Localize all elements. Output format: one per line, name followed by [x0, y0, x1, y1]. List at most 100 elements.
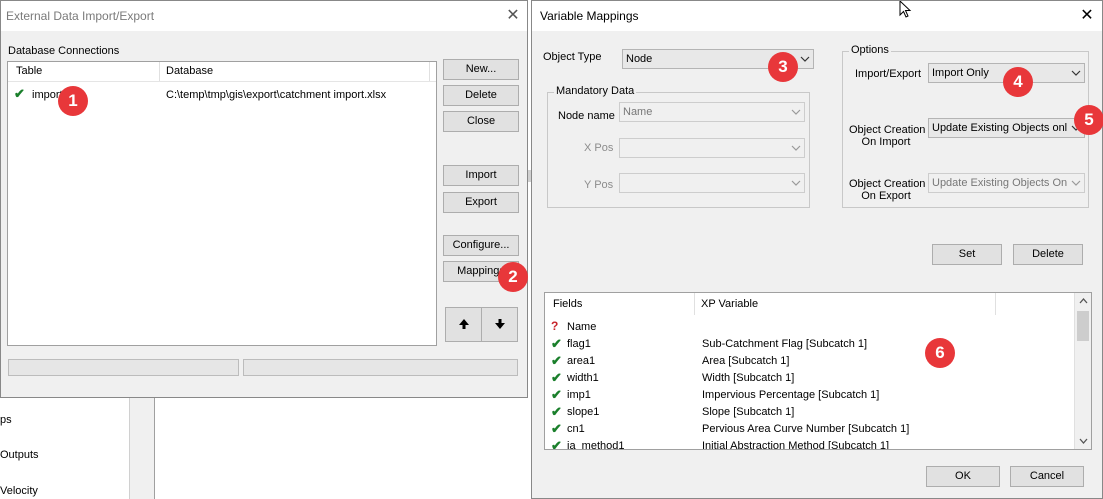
creation-export-label: Object Creation On Export [849, 178, 926, 202]
xp-variable: Pervious Area Curve Number [Subcatch 1] [702, 423, 910, 435]
list-item[interactable]: ✔ slope1 Slope [Subcatch 1] [551, 404, 1071, 421]
scrollbar-thumb[interactable] [1077, 311, 1089, 341]
vertical-scrollbar[interactable] [1074, 293, 1091, 449]
column-header-database[interactable]: Database [160, 62, 430, 81]
column-header-extra [996, 293, 1075, 315]
node-name-label: Node name [558, 110, 615, 122]
export-button[interactable]: Export [443, 192, 519, 213]
status-bar-right [243, 359, 518, 376]
sidebar-item[interactable]: Velocity [0, 485, 38, 497]
arrow-down-icon [494, 319, 505, 330]
field-name: area1 [567, 355, 596, 367]
object-type-label: Object Type [543, 51, 602, 63]
chevron-down-icon [791, 145, 801, 151]
xp-variable: Area [Subcatch 1] [702, 355, 790, 367]
check-icon: ✔ [551, 438, 562, 450]
configure-button[interactable]: Configure... [443, 235, 519, 256]
column-header-table[interactable]: Table [10, 62, 160, 81]
list-item[interactable]: ✔ ia_method1 Initial Abstraction Method [S… [551, 438, 1071, 450]
creation-import-value: Update Existing Objects onl [932, 122, 1068, 134]
list-item[interactable]: ✔ width1 Width [Subcatch 1] [551, 370, 1071, 387]
move-up-button[interactable] [445, 307, 482, 342]
table-cell-database: C:\temp\tmp\gis\export\catchment import.… [166, 89, 387, 101]
import-export-dialog: External Data Import/Export ✕ Database C… [0, 0, 528, 398]
check-icon: ✔ [551, 421, 562, 436]
xp-variable: Sub-Catchment Flag [Subcatch 1] [702, 338, 868, 350]
creation-import-label: Object Creation On Import [849, 124, 925, 148]
mandatory-data-title: Mandatory Data [554, 85, 637, 97]
field-name: width1 [567, 372, 599, 384]
field-name: ia_method1 [567, 440, 625, 450]
close-button[interactable]: Close [443, 111, 519, 132]
check-icon: ✔ [551, 353, 562, 368]
list-item[interactable]: ✔ imp1 Impervious Percentage [Subcatch 1] [551, 387, 1071, 404]
check-icon: ✔ [551, 336, 562, 351]
question-icon: ? [551, 319, 559, 333]
cancel-button[interactable]: Cancel [1010, 466, 1084, 487]
scroll-down-icon[interactable] [1079, 438, 1088, 445]
import-export-titlebar: External Data Import/Export ✕ [1, 1, 527, 31]
field-name: slope1 [567, 406, 600, 418]
creation-export-label-line2: On Export [861, 190, 911, 202]
x-pos-dropdown [619, 138, 805, 158]
close-icon[interactable]: ✕ [501, 5, 525, 27]
column-header-fields[interactable]: Fields [547, 293, 695, 315]
connections-table-header: Table Database [8, 62, 436, 82]
annotation-badge: 1 [58, 86, 88, 116]
annotation-badge: 6 [925, 338, 955, 368]
field-name: Name [567, 321, 597, 333]
move-down-button[interactable] [481, 307, 518, 342]
xp-variable: Impervious Percentage [Subcatch 1] [702, 389, 880, 401]
import-export-value: Import Only [932, 67, 989, 79]
list-item[interactable]: ✔ area1 Area [Subcatch 1] [551, 353, 1071, 370]
field-name: imp1 [567, 389, 591, 401]
mappings-titlebar: Variable Mappings ✕ [532, 1, 1102, 31]
creation-import-dropdown[interactable]: Update Existing Objects onl [928, 118, 1085, 138]
options-title: Options [849, 44, 891, 56]
xp-variable: Initial Abstraction Method [Subcatch 1] [702, 440, 890, 450]
close-icon[interactable]: ✕ [1075, 5, 1099, 27]
annotation-badge: 5 [1074, 105, 1103, 135]
list-item[interactable]: ? Name [551, 319, 1071, 336]
fields-list-header: Fields XP Variable [545, 293, 1075, 315]
check-icon: ✔ [551, 404, 562, 419]
database-connections-label: Database Connections [8, 45, 120, 57]
sidebar-item[interactable]: ps [0, 414, 12, 426]
chevron-down-icon [791, 109, 801, 115]
background-splitter [130, 398, 155, 499]
creation-export-label-line1: Object Creation [849, 178, 926, 190]
ok-button[interactable]: OK [926, 466, 1000, 487]
xp-variable: Width [Subcatch 1] [702, 372, 795, 384]
check-icon: ✔ [14, 86, 25, 101]
import-button[interactable]: Import [443, 165, 519, 186]
new-button[interactable]: New... [443, 59, 519, 80]
check-icon: ✔ [551, 370, 562, 385]
field-name: cn1 [567, 423, 585, 435]
delete-mapping-button[interactable]: Delete [1013, 244, 1083, 265]
scroll-up-icon[interactable] [1079, 297, 1088, 304]
creation-import-label-line2: On Import [861, 136, 911, 148]
chevron-down-icon [1071, 70, 1081, 76]
chevron-down-icon [800, 56, 810, 62]
annotation-badge: 3 [768, 52, 798, 82]
set-button[interactable]: Set [932, 244, 1002, 265]
mappings-title: Variable Mappings [540, 9, 639, 23]
field-name: flag1 [567, 338, 591, 350]
delete-button[interactable]: Delete [443, 85, 519, 106]
node-name-dropdown[interactable]: Name [619, 102, 805, 122]
x-pos-label: X Pos [584, 142, 614, 154]
list-item[interactable]: ✔ flag1 Sub-Catchment Flag [Subcatch 1] [551, 336, 1071, 353]
creation-export-dropdown: Update Existing Objects On [928, 173, 1085, 193]
list-item[interactable]: ✔ cn1 Pervious Area Curve Number [Subcatch… [551, 421, 1071, 438]
status-bar-left [8, 359, 239, 376]
y-pos-dropdown [619, 173, 805, 193]
arrow-up-icon [458, 319, 469, 330]
node-name-value: Name [623, 106, 653, 118]
chevron-down-icon [791, 180, 801, 186]
creation-export-value: Update Existing Objects On [932, 177, 1068, 189]
annotation-badge: 4 [1003, 67, 1033, 97]
sidebar-item[interactable]: Outputs [0, 449, 39, 461]
xp-variable: Slope [Subcatch 1] [702, 406, 795, 418]
column-header-xp-variable[interactable]: XP Variable [695, 293, 996, 315]
y-pos-label: Y Pos [584, 179, 614, 191]
